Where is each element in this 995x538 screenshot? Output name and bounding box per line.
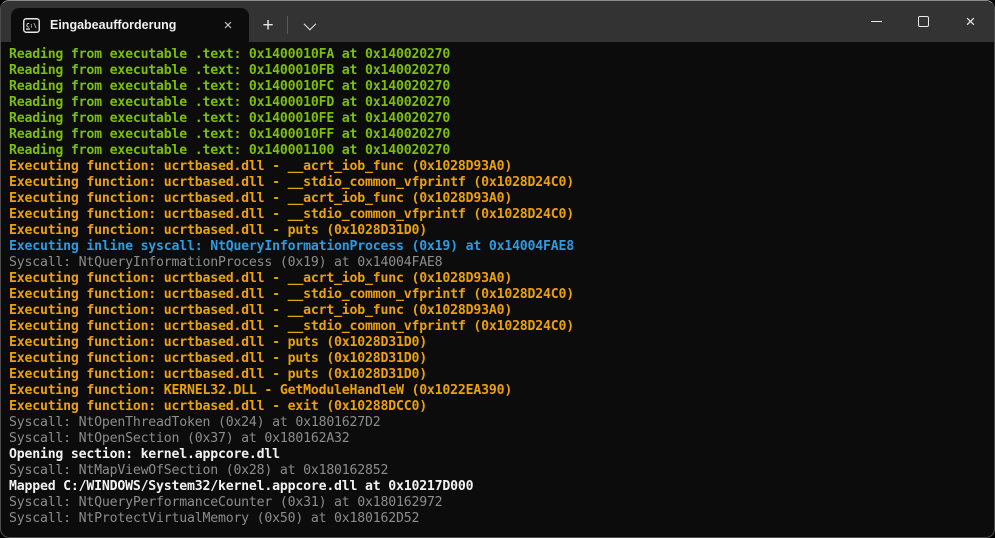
terminal-line: Reading from executable .text: 0x1400010… <box>9 111 986 127</box>
terminal-line: Executing function: ucrtbased.dll - puts… <box>9 223 986 239</box>
terminal-line: Executing function: KERNEL32.DLL - GetMo… <box>9 383 986 399</box>
close-button[interactable]: × <box>947 1 994 42</box>
terminal-line: Syscall: NtOpenSection (0x37) at 0x18016… <box>9 431 986 447</box>
maximize-button[interactable] <box>900 1 947 42</box>
terminal-window: C:\ Eingabeaufforderung × + × Reading fr… <box>0 0 995 538</box>
new-tab-button[interactable]: + <box>249 8 287 42</box>
terminal-line: Syscall: NtOpenThreadToken (0x24) at 0x1… <box>9 415 986 431</box>
terminal-line: Reading from executable .text: 0x1400011… <box>9 143 986 159</box>
terminal-line: Executing function: ucrtbased.dll - __ac… <box>9 159 986 175</box>
terminal-line: Executing function: ucrtbased.dll - __ac… <box>9 191 986 207</box>
terminal-line: Syscall: NtMapViewOfSection (0x28) at 0x… <box>9 463 986 479</box>
minimize-button[interactable] <box>853 1 900 42</box>
terminal-line: Executing function: ucrtbased.dll - __ac… <box>9 303 986 319</box>
terminal-line: Reading from executable .text: 0x1400010… <box>9 79 986 95</box>
terminal-line: Syscall: NtProtectVirtualMemory (0x50) a… <box>9 511 986 527</box>
terminal-line: Executing function: ucrtbased.dll - puts… <box>9 367 986 383</box>
terminal-line: Executing function: ucrtbased.dll - exit… <box>9 399 986 415</box>
tab-close-icon[interactable]: × <box>215 13 241 37</box>
terminal-line: Executing function: ucrtbased.dll - __st… <box>9 319 986 335</box>
terminal-line: Reading from executable .text: 0x1400010… <box>9 127 986 143</box>
maximize-icon <box>918 16 929 27</box>
terminal-output[interactable]: Reading from executable .text: 0x1400010… <box>1 42 994 527</box>
svg-text:C:\: C:\ <box>26 22 37 29</box>
terminal-line: Opening section: kernel.appcore.dll <box>9 447 986 463</box>
terminal-line: Executing function: ucrtbased.dll - __ac… <box>9 271 986 287</box>
cmd-icon: C:\ <box>23 18 40 33</box>
tab-eingabeaufforderung[interactable]: C:\ Eingabeaufforderung × <box>11 8 249 42</box>
terminal-line: Executing function: ucrtbased.dll - __st… <box>9 287 986 303</box>
titlebar[interactable]: C:\ Eingabeaufforderung × + × <box>1 1 994 42</box>
close-icon: × <box>966 13 976 30</box>
terminal-line: Reading from executable .text: 0x1400010… <box>9 95 986 111</box>
tab-dropdown-button[interactable] <box>288 8 328 42</box>
terminal-line: Reading from executable .text: 0x1400010… <box>9 63 986 79</box>
terminal-line: Executing inline syscall: NtQueryInforma… <box>9 239 986 255</box>
terminal-line: Executing function: ucrtbased.dll - puts… <box>9 351 986 367</box>
terminal-line: Syscall: NtQueryInformationProcess (0x19… <box>9 255 986 271</box>
terminal-line: Executing function: ucrtbased.dll - puts… <box>9 335 986 351</box>
terminal-line: Executing function: ucrtbased.dll - __st… <box>9 207 986 223</box>
terminal-line: Reading from executable .text: 0x1400010… <box>9 47 986 63</box>
terminal-line: Mapped C:/WINDOWS/System32/kernel.appcor… <box>9 479 986 495</box>
chevron-down-icon <box>303 17 316 30</box>
titlebar-drag-region[interactable] <box>328 1 853 42</box>
terminal-line: Executing function: ucrtbased.dll - __st… <box>9 175 986 191</box>
minimize-icon <box>871 21 882 22</box>
tab-title: Eingabeaufforderung <box>50 18 215 32</box>
terminal-line: Syscall: NtQueryPerformanceCounter (0x31… <box>9 495 986 511</box>
